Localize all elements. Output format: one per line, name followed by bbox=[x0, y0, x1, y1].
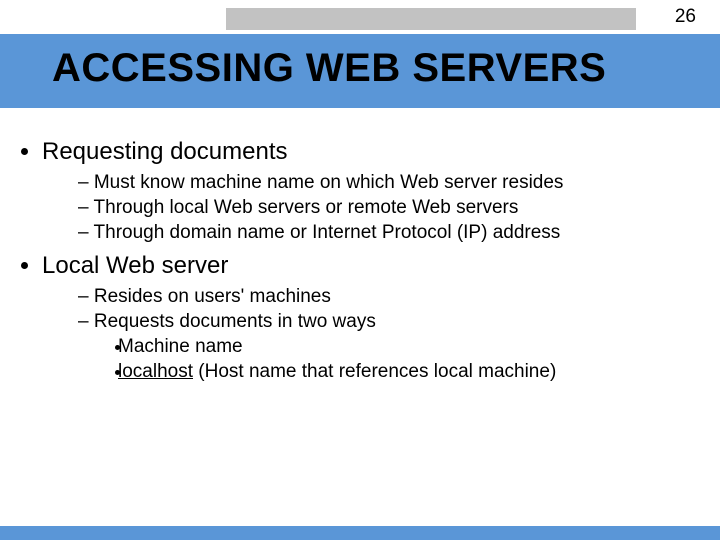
bullet-list-level2: Must know machine name on which Web serv… bbox=[42, 172, 700, 244]
list-item: Requests documents in two ways Machine n… bbox=[78, 311, 700, 383]
footer-bar bbox=[0, 526, 720, 540]
slide-title: ACCESSING WEB SERVERS bbox=[52, 46, 606, 91]
page-number: 26 bbox=[675, 6, 696, 28]
slide-body: Requesting documents Must know machine n… bbox=[20, 130, 700, 391]
list-item: Through domain name or Internet Protocol… bbox=[78, 222, 700, 244]
list-item: Through local Web servers or remote Web … bbox=[78, 197, 700, 219]
list-item: localhost (Host name that references loc… bbox=[132, 361, 700, 383]
section-heading: Local Web server bbox=[42, 252, 228, 279]
top-bar: 26 bbox=[0, 0, 720, 34]
decoration-grey-bar bbox=[226, 8, 636, 30]
slide: 26 ACCESSING WEB SERVERS Requesting docu… bbox=[0, 0, 720, 540]
bullet-list-level3: Machine name localhost (Host name that r… bbox=[92, 336, 700, 383]
list-item: Local Web server Resides on users' machi… bbox=[42, 252, 700, 383]
list-item-suffix: (Host name that references local machine… bbox=[193, 361, 556, 382]
underlined-term: localhost bbox=[118, 361, 193, 382]
list-item: Resides on users' machines bbox=[78, 286, 700, 308]
list-item: Machine name bbox=[132, 336, 700, 358]
list-item: Requesting documents Must know machine n… bbox=[42, 138, 700, 244]
list-item-text: Requests documents in two ways bbox=[94, 311, 376, 332]
bullet-list-level2: Resides on users' machines Requests docu… bbox=[42, 286, 700, 383]
list-item: Must know machine name on which Web serv… bbox=[78, 172, 700, 194]
section-heading: Requesting documents bbox=[42, 138, 287, 165]
bullet-list-level1: Requesting documents Must know machine n… bbox=[20, 138, 700, 383]
